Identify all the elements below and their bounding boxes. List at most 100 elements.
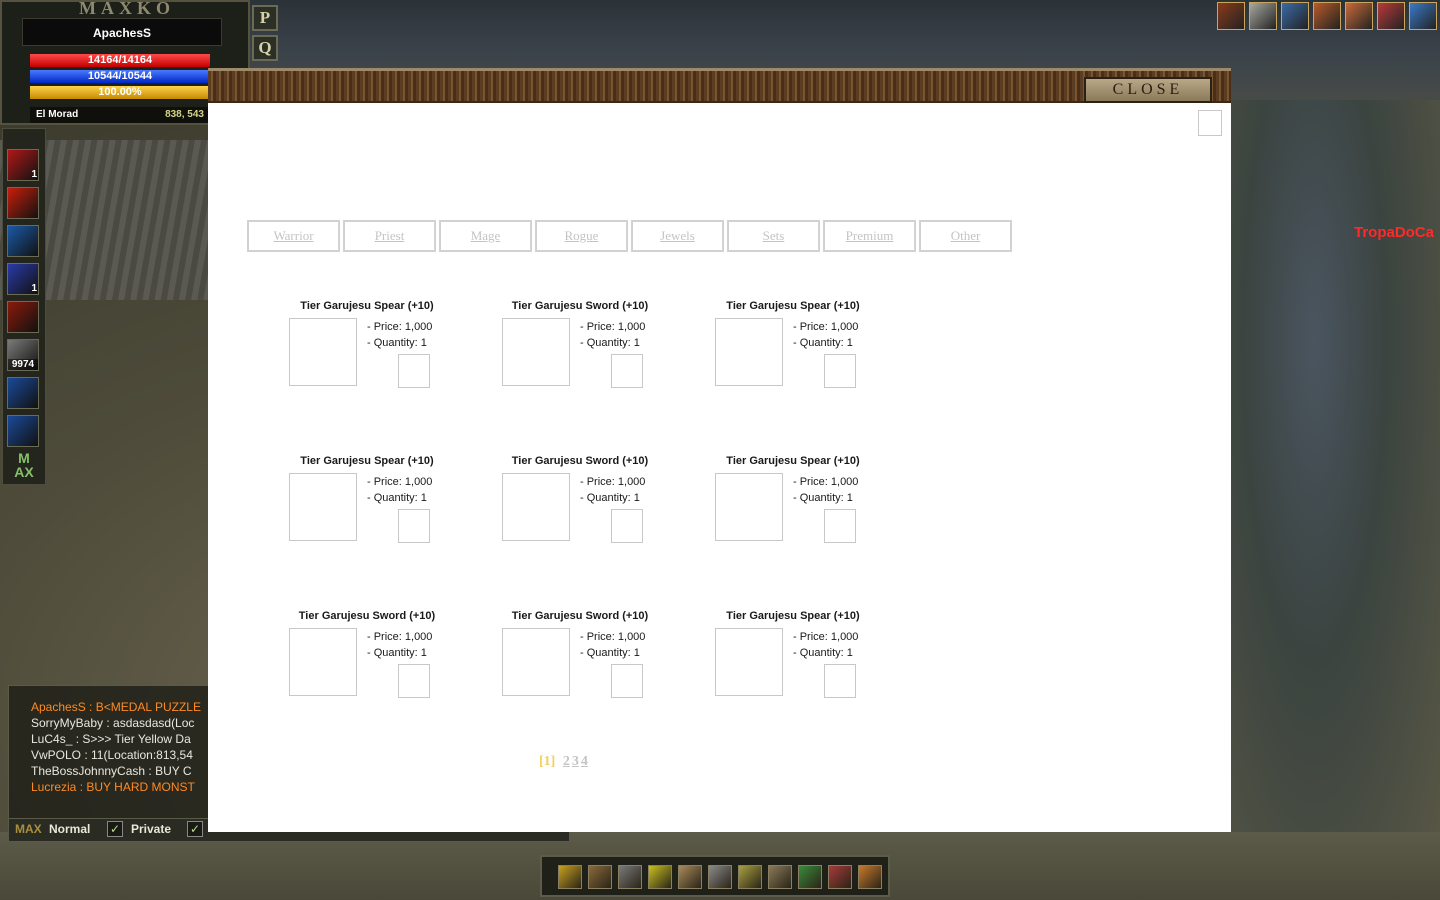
product-price: - Price: 1,000 (367, 631, 433, 643)
wind-stride-icon[interactable] (7, 415, 39, 447)
store-window: CLOSE Warrior Priest Mage Rogue Jewels Sets Pr… (208, 68, 1231, 832)
options-icon[interactable] (768, 865, 792, 889)
quest-icon[interactable] (798, 865, 822, 889)
tab-other[interactable]: Other (919, 220, 1012, 252)
page-current: [1] (539, 754, 556, 769)
p-button[interactable]: P (252, 5, 278, 31)
product-image[interactable] (715, 318, 783, 386)
character-icon[interactable] (618, 865, 642, 889)
trade-icon[interactable] (678, 865, 702, 889)
product-image[interactable] (502, 473, 570, 541)
game-logo: MAXKO (79, 0, 175, 18)
zone-info: El Morad 838, 543 (30, 107, 210, 123)
product-title: Tier Garujesu Spear (+10) (300, 300, 434, 312)
product-quantity: - Quantity: 1 (580, 492, 640, 504)
blue-blade-icon[interactable] (7, 225, 39, 257)
product-quantity: - Quantity: 1 (580, 337, 640, 349)
chat-private-checkbox[interactable]: ✓ (187, 821, 203, 837)
product-card: Tier Garujesu Spear (+10) - Price: 1,000 -… (708, 455, 908, 565)
product-card: Tier Garujesu Spear (+10) - Price: 1,000 -… (708, 610, 908, 720)
chat-tab-private[interactable]: Private (131, 822, 171, 836)
exp-bar: 100.00% (30, 86, 210, 99)
buy-button[interactable] (398, 509, 430, 543)
product-title: Tier Garujesu Spear (+10) (726, 300, 860, 312)
skull-buff-icon[interactable] (1249, 2, 1277, 30)
product-card: Tier Garujesu Spear (+10) - Price: 1,000 -… (708, 300, 908, 410)
swirl-buff-icon[interactable] (1281, 2, 1309, 30)
tab-jewels[interactable]: Jewels (631, 220, 724, 252)
product-image[interactable] (715, 473, 783, 541)
buy-button[interactable] (611, 354, 643, 388)
clan-icon[interactable] (738, 865, 762, 889)
wind-stride-icon[interactable] (7, 377, 39, 409)
chat-tab-max[interactable]: MAX (15, 822, 42, 836)
product-quantity: - Quantity: 1 (367, 647, 427, 659)
rose-buff-icon[interactable] (1377, 2, 1405, 30)
product-image[interactable] (502, 628, 570, 696)
chat-line: Lucrezia : BUY HARD MONST (31, 780, 195, 794)
product-image[interactable] (502, 318, 570, 386)
tab-rogue[interactable]: Rogue (535, 220, 628, 252)
buy-button[interactable] (824, 664, 856, 698)
product-image[interactable] (715, 628, 783, 696)
product-image[interactable] (289, 318, 357, 386)
buy-button[interactable] (398, 354, 430, 388)
product-card: Tier Garujesu Spear (+10) - Price: 1,000 -… (282, 455, 482, 565)
q-button[interactable]: Q (252, 35, 278, 61)
warrior-buff-icon[interactable] (1217, 2, 1245, 30)
settings-icon[interactable] (858, 865, 882, 889)
product-price: - Price: 1,000 (580, 321, 646, 333)
fist-buff-icon[interactable] (1313, 2, 1341, 30)
zone-coordinates: 838, 543 (165, 109, 204, 120)
skill-bar: M AX 1 1 9974 (2, 128, 46, 485)
product-image[interactable] (289, 628, 357, 696)
product-price: - Price: 1,000 (580, 476, 646, 488)
m-menu-icon[interactable] (558, 865, 582, 889)
product-price: - Price: 1,000 (793, 476, 859, 488)
tab-warrior[interactable]: Warrior (247, 220, 340, 252)
buy-button[interactable] (398, 664, 430, 698)
product-title: Tier Garujesu Spear (+10) (300, 455, 434, 467)
product-quantity: - Quantity: 1 (793, 492, 853, 504)
chat-normal-checkbox[interactable]: ✓ (107, 821, 123, 837)
page-link-2[interactable]: 2 (563, 754, 570, 769)
tab-premium[interactable]: Premium (823, 220, 916, 252)
product-title: Tier Garujesu Sword (+10) (511, 300, 649, 312)
buy-button[interactable] (824, 509, 856, 543)
product-title: Tier Garujesu Sword (+10) (511, 455, 649, 467)
page-link-3[interactable]: 3 (572, 754, 579, 769)
buy-button[interactable] (611, 664, 643, 698)
red-potion-icon[interactable]: 1 (7, 149, 39, 181)
product-card: Tier Garujesu Spear (+10) - Price: 1,000 -… (282, 300, 482, 410)
flame-wall-icon[interactable] (7, 301, 39, 333)
close-button[interactable]: CLOSE (1084, 77, 1212, 103)
product-quantity: - Quantity: 1 (793, 647, 853, 659)
blue-orb-icon[interactable]: 1 (7, 263, 39, 295)
store-corner-box[interactable] (1198, 110, 1222, 136)
chat-lines: ApachesS : B<MEDAL PUZZLE SorryMyBaby : a… (31, 699, 217, 795)
buy-button[interactable] (824, 354, 856, 388)
tab-priest[interactable]: Priest (343, 220, 436, 252)
page-link-4[interactable]: 4 (581, 754, 588, 769)
chat-line: TheBossJohnnyCash : BUY C (31, 764, 192, 778)
wolf-icon[interactable]: 9974 (7, 339, 39, 371)
fire-slash-icon[interactable] (7, 187, 39, 219)
skill-icon[interactable] (648, 865, 672, 889)
chat-panel: ApachesS : B<MEDAL PUZZLE SorryMyBaby : a… (8, 685, 220, 825)
chat-tab-normal[interactable]: Normal (49, 822, 90, 836)
buy-button[interactable] (611, 509, 643, 543)
hand-buff-icon[interactable] (1345, 2, 1373, 30)
party-icon[interactable] (708, 865, 732, 889)
product-image[interactable] (289, 473, 357, 541)
hp-bar: 14164/14164 (30, 54, 210, 67)
product-title: Tier Garujesu Sword (+10) (511, 610, 649, 622)
chat-line: LuC4s_ : S>>> Tier Yellow Da (31, 732, 191, 746)
product-price: - Price: 1,000 (793, 321, 859, 333)
tab-sets[interactable]: Sets (727, 220, 820, 252)
inventory-icon[interactable] (588, 865, 612, 889)
tab-mage[interactable]: Mage (439, 220, 532, 252)
map-icon[interactable] (828, 865, 852, 889)
product-quantity: - Quantity: 1 (793, 337, 853, 349)
zone-name: El Morad (36, 109, 79, 120)
sword-buff-icon[interactable] (1409, 2, 1437, 30)
